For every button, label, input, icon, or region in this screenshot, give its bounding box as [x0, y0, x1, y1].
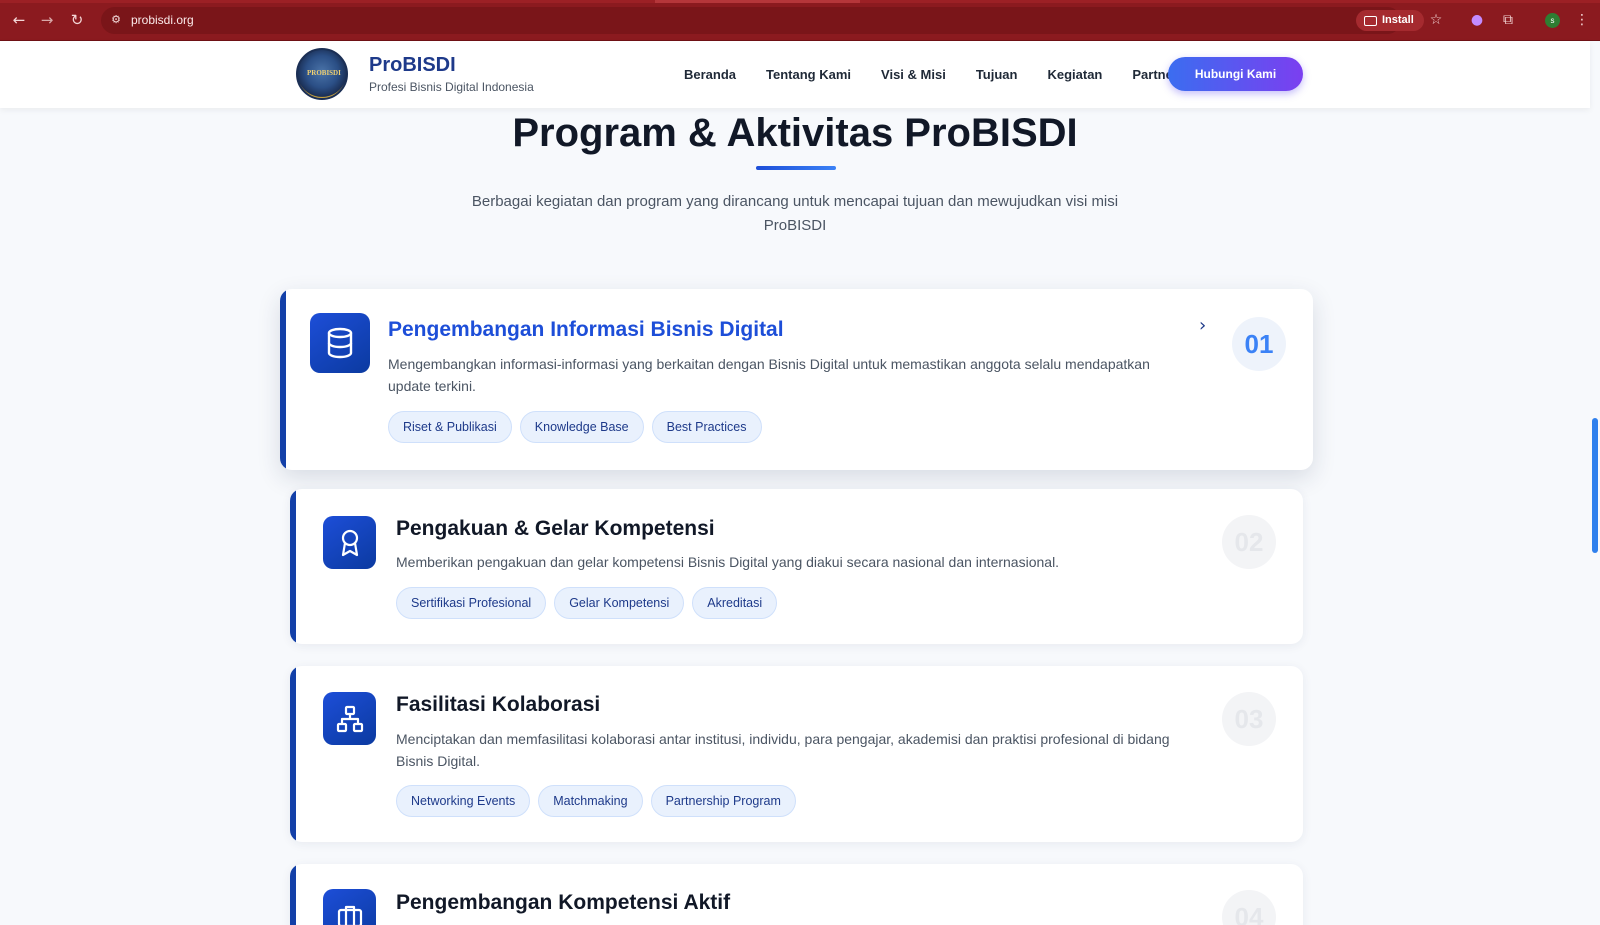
- card-title: Pengembangan Informasi Bisnis Digital: [388, 318, 784, 341]
- tag-chip[interactable]: Riset & Publikasi: [388, 411, 512, 443]
- card-number: 03: [1222, 692, 1276, 746]
- program-card-03[interactable]: Fasilitasi Kolaborasi Menciptakan dan me…: [290, 666, 1303, 842]
- probisdi-logo[interactable]: PROBISDI: [296, 48, 348, 100]
- bookmark-star-icon[interactable]: ☆: [1428, 12, 1444, 28]
- tag-chip[interactable]: Partnership Program: [650, 785, 796, 817]
- card-description: Menciptakan dan memfasilitasi kolaborasi…: [396, 731, 1170, 769]
- main-nav: Beranda Tentang Kami Visi & Misi Tujuan …: [684, 67, 1185, 82]
- section-subtitle: Berbagai kegiatan dan program yang diran…: [471, 193, 1119, 234]
- card-accent-bar: [290, 864, 296, 925]
- card-title: Fasilitasi Kolaborasi: [396, 693, 601, 716]
- card-accent-bar: [290, 666, 296, 842]
- card-accent-bar: [280, 289, 286, 470]
- extension-brain-icon[interactable]: ●: [1469, 12, 1485, 28]
- card-number: 02: [1222, 515, 1276, 569]
- tag-chip[interactable]: Sertifikasi Profesional: [396, 587, 547, 619]
- award-icon: [323, 516, 376, 569]
- address-url[interactable]: probisdi.org: [131, 13, 194, 27]
- nav-link-beranda[interactable]: Beranda: [684, 67, 736, 82]
- title-underline: [756, 166, 836, 170]
- tag-chip[interactable]: Networking Events: [396, 785, 531, 817]
- nav-link-kegiatan[interactable]: Kegiatan: [1047, 67, 1102, 82]
- section-title: Program & Aktivitas ProBISDI: [512, 111, 1078, 155]
- install-icon: [1364, 15, 1377, 26]
- tag-chip[interactable]: Best Practices: [651, 411, 762, 443]
- nav-link-tentang-kami[interactable]: Tentang Kami: [766, 67, 851, 82]
- card-title: Pengembangan Kompetensi Aktif: [396, 891, 731, 914]
- site-header: PROBISDI ProBISDI Profesi Bisnis Digital…: [0, 41, 1590, 108]
- install-label: Install: [1382, 14, 1414, 26]
- back-arrow-icon[interactable]: ←: [10, 11, 28, 29]
- program-card-01[interactable]: Pengembangan Informasi Bisnis Digital Me…: [280, 289, 1313, 470]
- install-app-button[interactable]: Install: [1356, 10, 1424, 31]
- tag-chip[interactable]: Matchmaking: [538, 785, 643, 817]
- card-description: Mengembangkan informasi-informasi yang b…: [388, 356, 1150, 394]
- tag-chip[interactable]: Knowledge Base: [519, 411, 644, 443]
- active-tab-indicator[interactable]: [655, 0, 860, 3]
- card-tags: Sertifikasi Profesional Gelar Kompetensi…: [396, 587, 778, 619]
- brand-subtitle: Profesi Bisnis Digital Indonesia: [369, 80, 534, 94]
- card-description: Memberikan pengakuan dan gelar kompetens…: [396, 554, 1060, 570]
- browser-menu-icon[interactable]: ⋮: [1574, 12, 1590, 28]
- card-number: 04: [1222, 890, 1276, 925]
- card-tags: Riset & Publikasi Knowledge Base Best Pr…: [388, 411, 762, 443]
- chevron-right-icon[interactable]: ›: [1199, 315, 1206, 336]
- logo-seal-text: PROBISDI: [307, 69, 341, 77]
- database-icon: [310, 313, 370, 373]
- network-icon: [323, 692, 376, 745]
- nav-link-tujuan[interactable]: Tujuan: [976, 67, 1018, 82]
- briefcase-icon: [323, 889, 376, 925]
- card-number: 01: [1232, 317, 1286, 371]
- extensions-puzzle-icon[interactable]: ⧉: [1500, 12, 1516, 28]
- program-card-04[interactable]: Pengembangan Kompetensi Aktif 04: [290, 864, 1303, 925]
- tag-chip[interactable]: Gelar Kompetensi: [554, 587, 685, 619]
- reload-icon[interactable]: ↻: [68, 11, 86, 29]
- contact-us-button[interactable]: Hubungi Kami: [1168, 57, 1303, 91]
- program-card-02[interactable]: Pengakuan & Gelar Kompetensi Memberikan …: [290, 489, 1303, 644]
- site-info-icon[interactable]: ⚙: [108, 12, 124, 28]
- brand-name[interactable]: ProBISDI: [369, 54, 456, 77]
- browser-toolbar: ← → ↻ ⚙ probisdi.org Install ☆ ● ⧉ s ⋮: [0, 0, 1600, 41]
- page-scrollbar-thumb[interactable]: [1592, 418, 1598, 553]
- nav-link-visi-misi[interactable]: Visi & Misi: [881, 67, 946, 82]
- address-bar[interactable]: ⚙ probisdi.org: [101, 7, 1401, 34]
- card-accent-bar: [290, 489, 296, 644]
- card-tags: Networking Events Matchmaking Partnershi…: [396, 785, 796, 817]
- tag-chip[interactable]: Akreditasi: [692, 587, 778, 619]
- forward-arrow-icon[interactable]: →: [38, 11, 56, 29]
- card-title: Pengakuan & Gelar Kompetensi: [396, 517, 715, 540]
- profile-avatar[interactable]: s: [1545, 13, 1560, 28]
